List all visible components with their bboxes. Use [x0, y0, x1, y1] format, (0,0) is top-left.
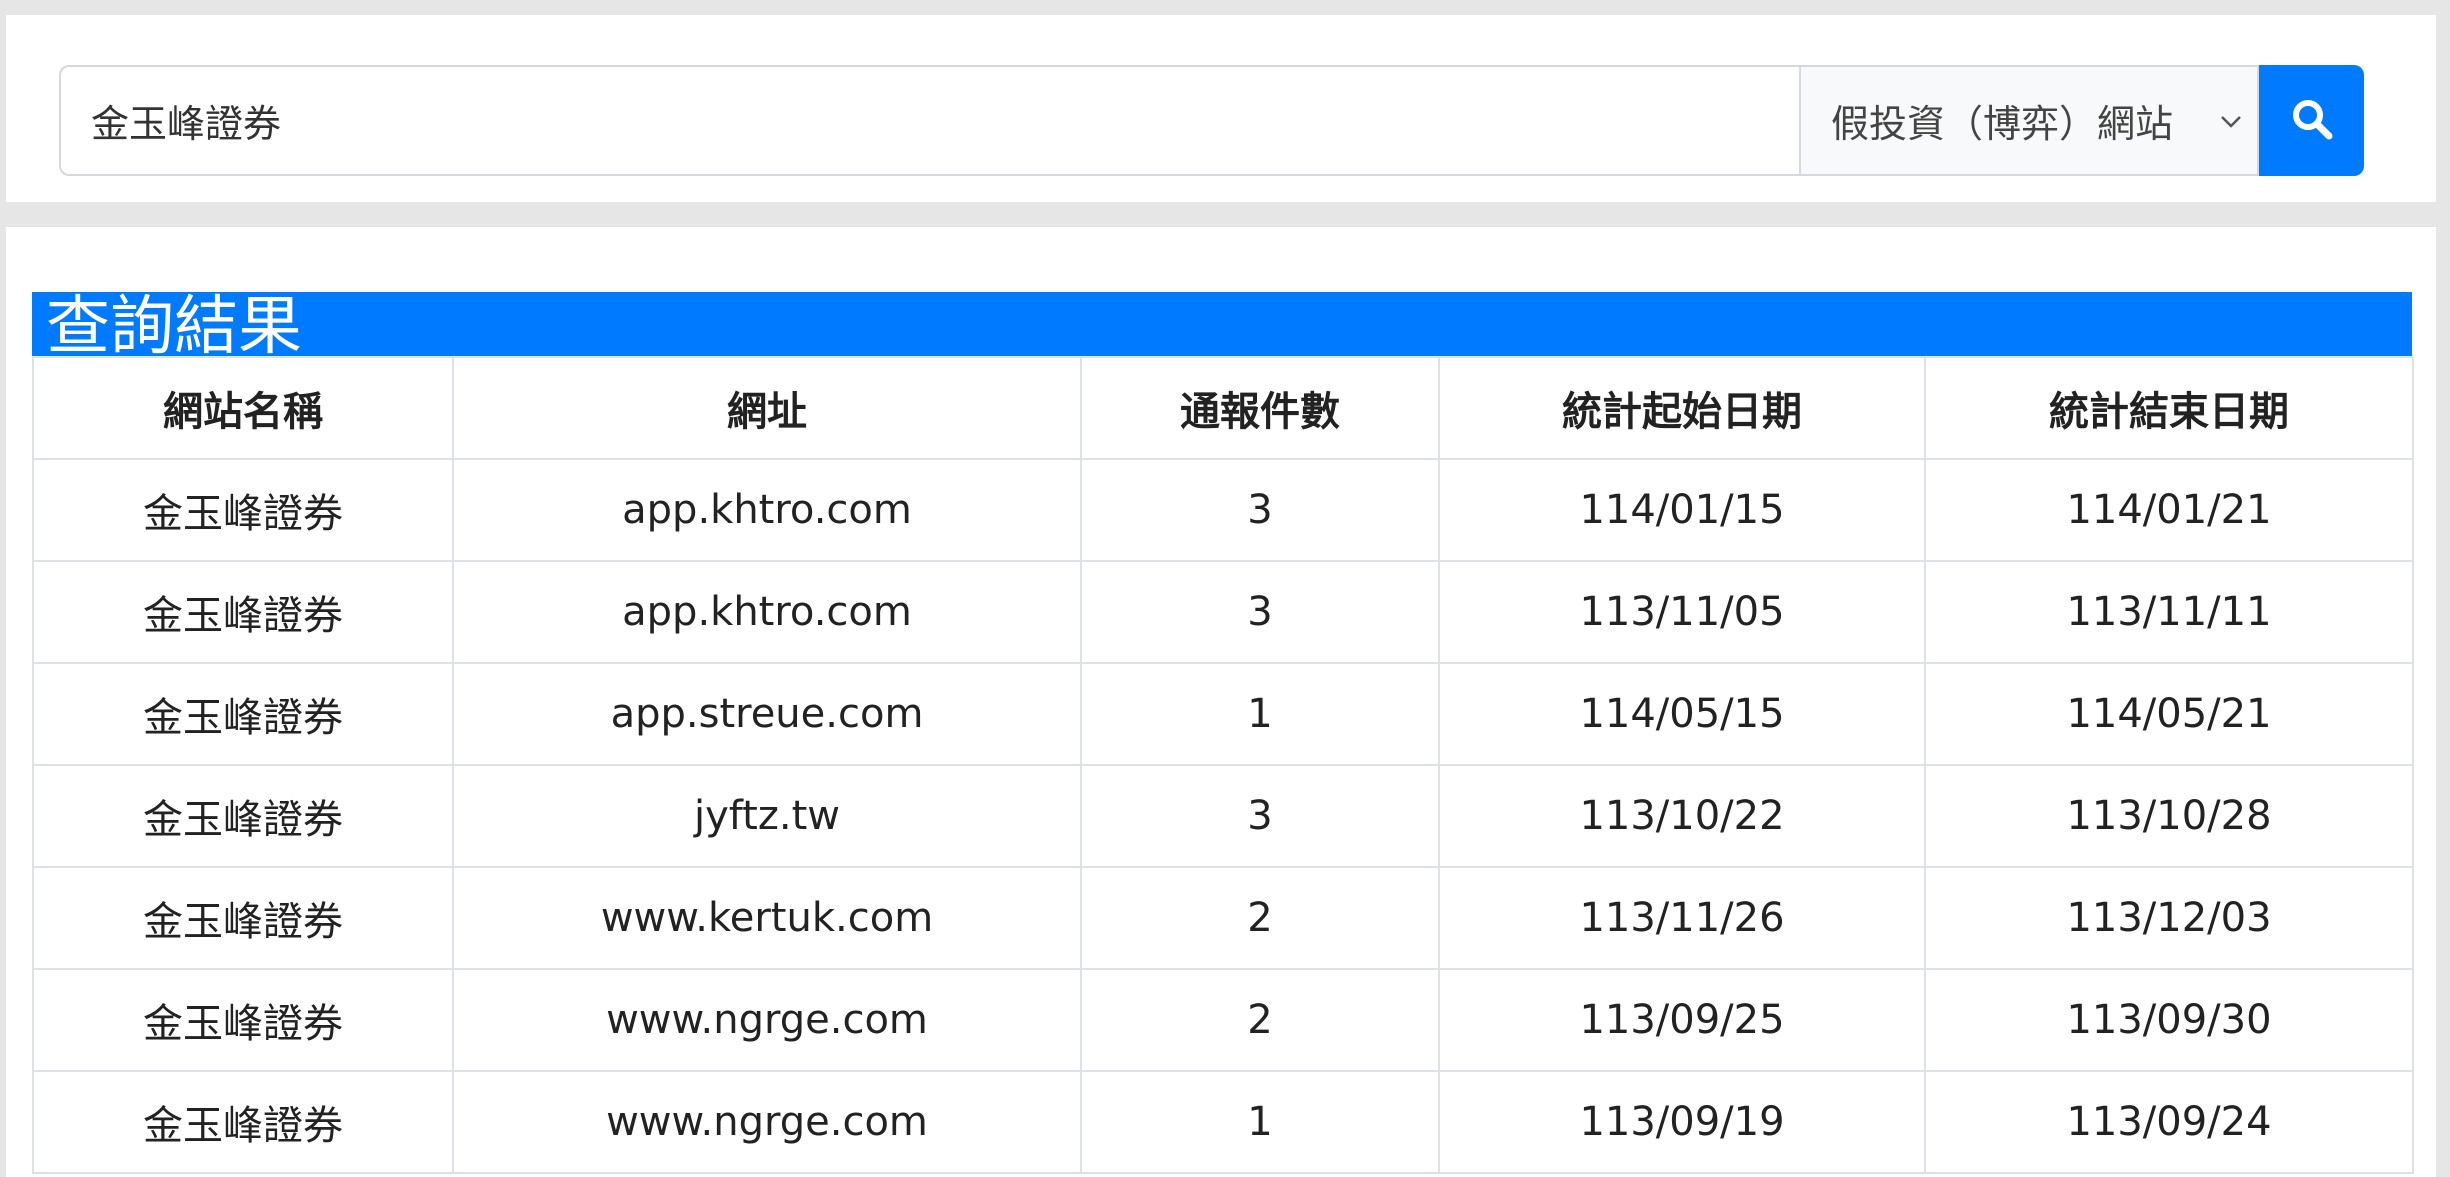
table-row: 金玉峰證券 app.streue.com 1 114/05/15 114/05/… [32, 662, 2414, 766]
table-row: 金玉峰證券 app.khtro.com 3 114/01/15 114/01/2… [32, 458, 2414, 562]
table-header-row: 網站名稱 網址 通報件數 統計起始日期 統計結束日期 [32, 356, 2414, 460]
cell-site-name: 金玉峰證券 [32, 662, 454, 766]
cell-site-name: 金玉峰證券 [32, 968, 454, 1072]
search-button[interactable] [2259, 65, 2364, 176]
cell-start-date: 113/09/19 [1438, 1070, 1926, 1174]
cell-site-name: 金玉峰證券 [32, 560, 454, 664]
cell-url: app.streue.com [452, 662, 1082, 766]
cell-start-date: 114/05/15 [1438, 662, 1926, 766]
cell-report-count: 1 [1080, 662, 1440, 766]
cell-site-name: 金玉峰證券 [32, 458, 454, 562]
cell-end-date: 114/05/21 [1924, 662, 2414, 766]
cell-end-date: 114/01/21 [1924, 458, 2414, 562]
cell-report-count: 2 [1080, 968, 1440, 1072]
cell-site-name: 金玉峰證券 [32, 1070, 454, 1174]
cell-report-count: 1 [1080, 1070, 1440, 1174]
cell-site-name: 金玉峰證券 [32, 866, 454, 970]
category-select[interactable]: 假投資（博弈）網站 [1799, 65, 2259, 176]
cell-url: app.khtro.com [452, 458, 1082, 562]
table-row: 金玉峰證券 www.ngrge.com 1 113/09/19 113/09/2… [32, 1070, 2414, 1174]
cell-url: jyftz.tw [452, 764, 1082, 868]
cell-end-date: 113/11/11 [1924, 560, 2414, 664]
cell-report-count: 2 [1080, 866, 1440, 970]
cell-start-date: 113/10/22 [1438, 764, 1926, 868]
chevron-down-icon [2217, 107, 2245, 135]
column-header-end-date: 統計結束日期 [1924, 356, 2414, 460]
cell-end-date: 113/10/28 [1924, 764, 2414, 868]
results-title: 查詢結果 [32, 292, 2412, 356]
cell-start-date: 113/11/05 [1438, 560, 1926, 664]
column-header-report-count: 通報件數 [1080, 356, 1440, 460]
cell-end-date: 113/12/03 [1924, 866, 2414, 970]
cell-url: www.kertuk.com [452, 866, 1082, 970]
column-header-site-name: 網站名稱 [32, 356, 454, 460]
column-header-start-date: 統計起始日期 [1438, 356, 1926, 460]
cell-end-date: 113/09/24 [1924, 1070, 2414, 1174]
cell-url: www.ngrge.com [452, 1070, 1082, 1174]
column-header-url: 網址 [452, 356, 1082, 460]
cell-url: app.khtro.com [452, 560, 1082, 664]
category-select-value: 假投資（博弈）網站 [1831, 102, 2174, 146]
results-panel: 查詢結果 網站名稱 網址 通報件數 統計起始日期 統計結束日期 金玉峰證券 ap… [6, 227, 2436, 1177]
cell-start-date: 114/01/15 [1438, 458, 1926, 562]
cell-report-count: 3 [1080, 458, 1440, 562]
cell-site-name: 金玉峰證券 [32, 764, 454, 868]
table-row: 金玉峰證券 jyftz.tw 3 113/10/22 113/10/28 [32, 764, 2414, 868]
cell-url: www.ngrge.com [452, 968, 1082, 1072]
search-input[interactable] [59, 65, 1799, 176]
results-table: 網站名稱 網址 通報件數 統計起始日期 統計結束日期 金玉峰證券 app.kht… [32, 356, 2414, 1174]
table-row: 金玉峰證券 app.khtro.com 3 113/11/05 113/11/1… [32, 560, 2414, 664]
cell-start-date: 113/11/26 [1438, 866, 1926, 970]
cell-report-count: 3 [1080, 764, 1440, 868]
search-icon [2290, 97, 2334, 144]
table-row: 金玉峰證券 www.ngrge.com 2 113/09/25 113/09/3… [32, 968, 2414, 1072]
cell-report-count: 3 [1080, 560, 1440, 664]
search-panel: 假投資（博弈）網站 [6, 15, 2436, 202]
table-row: 金玉峰證券 www.kertuk.com 2 113/11/26 113/12/… [32, 866, 2414, 970]
cell-start-date: 113/09/25 [1438, 968, 1926, 1072]
cell-end-date: 113/09/30 [1924, 968, 2414, 1072]
search-bar: 假投資（博弈）網站 [59, 65, 2364, 176]
